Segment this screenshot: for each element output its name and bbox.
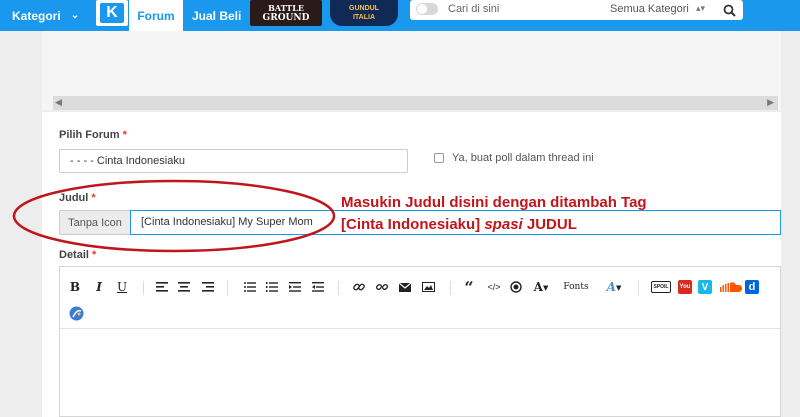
gundul-italia-banner[interactable]: GUNDUL ITALIA — [330, 0, 398, 26]
annotation-tag: [Cinta Indonesiaku] — [341, 216, 485, 233]
forum-select[interactable]: - - - - Cinta Indonesiaku — [59, 149, 408, 173]
kategori-dropdown[interactable]: Kategori ⌄ — [8, 0, 83, 31]
toolbar-divider — [450, 281, 451, 295]
banner-gundul-text: GUNDUL — [349, 5, 379, 12]
annotation-ellipse — [12, 179, 336, 253]
email-icon[interactable] — [397, 279, 413, 295]
link-icon[interactable] — [351, 279, 367, 295]
toolbar-divider — [227, 281, 228, 295]
dailymotion-icon[interactable]: d — [744, 279, 760, 295]
vimeo-icon[interactable]: V — [697, 279, 713, 295]
toolbar-divider — [338, 281, 339, 295]
spoiler-button[interactable]: SPOIL — [650, 279, 672, 295]
poll-checkbox[interactable] — [434, 153, 444, 163]
spoiler-label: SPOIL — [651, 281, 671, 293]
search-bar: Cari di sini Semua Kategori ▴▾ — [410, 0, 743, 20]
toolbar-divider — [638, 281, 639, 295]
banner-ground-text: GROUND — [262, 13, 310, 23]
align-left-icon[interactable] — [154, 279, 170, 295]
search-button[interactable] — [716, 0, 743, 20]
align-right-icon[interactable] — [200, 279, 216, 295]
editor-toolbar: B I U “ </> A ▼ Fonts A ▼ SPOIL You V d — [60, 267, 780, 329]
image-icon[interactable] — [420, 279, 436, 295]
toolbar-divider — [143, 281, 144, 295]
kaskus-logo[interactable]: K — [96, 0, 128, 26]
font-size-label: A — [533, 280, 543, 294]
quote-icon[interactable]: “ — [461, 278, 477, 297]
vimeo-label: V — [698, 280, 712, 294]
required-mark: * — [122, 129, 127, 141]
scroll-right-icon[interactable]: ▶ — [767, 97, 774, 108]
text-color-label: A — [606, 280, 616, 294]
annotation-line2: [Cinta Indonesiaku] spasi JUDUL — [341, 214, 647, 236]
underline-button[interactable]: U — [115, 279, 129, 295]
scroll-left-icon[interactable]: ◀ — [55, 97, 62, 108]
search-icon — [723, 4, 736, 17]
poll-option[interactable]: Ya, buat poll dalam thread ini — [434, 152, 594, 164]
battleground-banner[interactable]: BATTLE GROUND — [250, 0, 322, 26]
tab-jual-beli[interactable]: Jual Beli — [192, 0, 241, 31]
annotation-judul: JUDUL — [522, 216, 577, 233]
smiley-icon[interactable] — [68, 305, 84, 321]
banner-italia-text: ITALIA — [352, 14, 376, 21]
poll-label: Ya, buat poll dalam thread ini — [452, 152, 594, 164]
category-chevron-icon: ▴▾ — [696, 3, 706, 13]
search-category-select[interactable]: Semua Kategori — [610, 3, 689, 15]
kategori-label: Kategori — [12, 8, 61, 23]
required-mark: * — [92, 249, 97, 261]
outdent-icon[interactable] — [310, 279, 326, 295]
annotation-spasi: spasi — [484, 216, 523, 233]
fonts-button[interactable]: Fonts — [561, 279, 591, 295]
banner-battle-text: BATTLE — [268, 3, 304, 13]
youtube-icon[interactable]: You — [677, 279, 693, 295]
numbered-list-icon[interactable] — [264, 279, 280, 295]
dailymotion-label: d — [745, 280, 759, 294]
font-size-chevron-icon: ▼ — [542, 282, 549, 292]
indent-icon[interactable] — [287, 279, 303, 295]
record-icon[interactable] — [508, 279, 524, 295]
detail-label: Detail * — [59, 249, 96, 261]
top-navbar: Kategori ⌄ K Forum Jual Beli BATTLE GROU… — [0, 0, 800, 31]
pilih-forum-text: Pilih Forum — [59, 129, 120, 141]
unlink-icon[interactable] — [374, 279, 390, 295]
detail-text: Detail — [59, 249, 89, 261]
youtube-label: You — [678, 280, 692, 294]
text-color-button[interactable]: A ▼ — [602, 279, 626, 295]
tab-forum[interactable]: Forum — [129, 0, 183, 31]
annotation-line1: Masukin Judul disini dengan ditambah Tag — [341, 194, 647, 211]
search-toggle[interactable] — [416, 3, 438, 15]
logo-mark: K — [100, 3, 124, 23]
horizontal-scrollbar[interactable]: ◀ ▶ — [53, 96, 778, 110]
font-size-button[interactable]: A ▼ — [530, 279, 552, 295]
bold-button[interactable]: B — [68, 279, 82, 295]
align-center-icon[interactable] — [176, 279, 192, 295]
chevron-down-icon: ⌄ — [70, 10, 80, 21]
text-color-chevron-icon: ▼ — [615, 282, 622, 292]
italic-button[interactable]: I — [92, 279, 106, 295]
soundcloud-icon[interactable] — [719, 279, 743, 295]
code-icon[interactable]: </> — [484, 279, 504, 295]
bullet-list-icon[interactable] — [242, 279, 258, 295]
annotation-text: Masukin Judul disini dengan ditambah Tag… — [341, 192, 647, 236]
pilih-forum-label: Pilih Forum * — [59, 129, 127, 141]
detail-editor[interactable]: B I U “ </> A ▼ Fonts A ▼ SPOIL You V d — [59, 266, 781, 417]
search-input[interactable]: Cari di sini — [448, 3, 499, 15]
